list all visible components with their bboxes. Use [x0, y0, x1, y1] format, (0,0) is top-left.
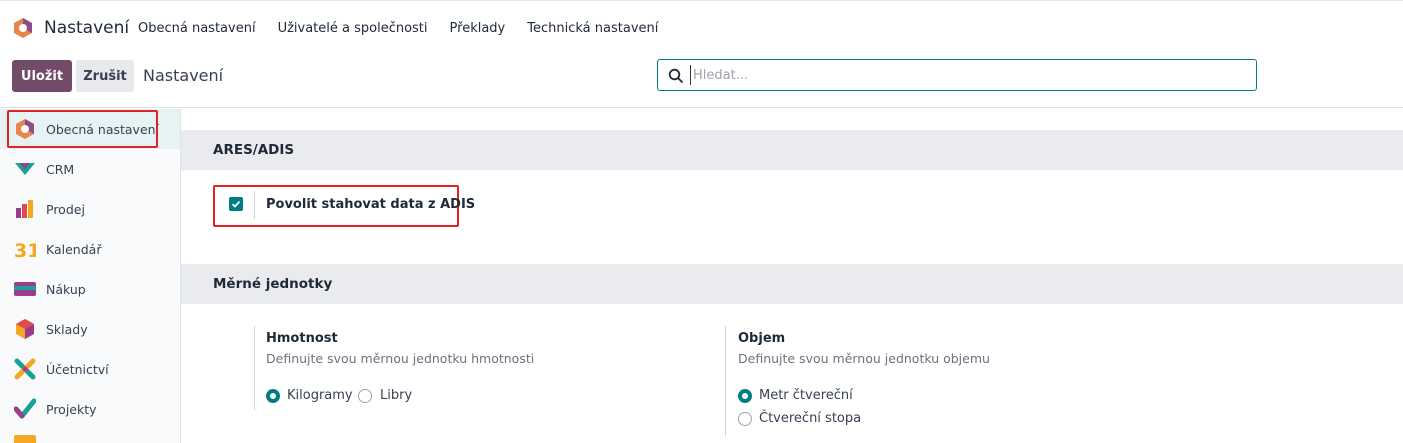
search-box[interactable]: [657, 59, 1257, 91]
radio-pounds-label[interactable]: Libry: [380, 388, 412, 403]
top-navbar: Nastavení Obecná nastavení Uživatelé a s…: [0, 0, 1403, 56]
checkmark-icon: [231, 200, 241, 208]
sidebar-item-label: CRM: [46, 162, 75, 177]
weight-title: Hmotnost: [266, 331, 338, 346]
radio-kilograms[interactable]: [266, 389, 280, 403]
section-title: Měrné jednotky: [213, 276, 333, 292]
menu-general-settings[interactable]: Obecná nastavení: [138, 21, 256, 36]
settings-app-icon[interactable]: [12, 17, 34, 39]
purchase-app-icon: [14, 282, 36, 296]
highlight-general-settings: [7, 110, 158, 148]
inventory-app-icon: [16, 319, 34, 339]
search-icon: [668, 68, 684, 84]
sidebar-item-crm[interactable]: CRM: [0, 149, 180, 189]
volume-title: Objem: [738, 331, 786, 346]
sidebar-next-app-icon: [14, 435, 36, 443]
sidebar-item-label: Nákup: [46, 282, 86, 297]
section-title: ARES/ADIS: [213, 142, 295, 158]
sidebar-item-label: Účetnictví: [46, 362, 109, 377]
sidebar-item-project[interactable]: Projekty: [0, 389, 180, 429]
sidebar-item-label: Kalendář: [46, 242, 102, 257]
accounting-app-icon: [14, 358, 36, 380]
sidebar-item-label: Prodej: [46, 202, 85, 217]
sidebar-item-label: Sklady: [46, 322, 88, 337]
radio-cubic-meter-label[interactable]: Metr čtvereční: [759, 388, 853, 403]
cancel-button[interactable]: Zrušit: [76, 60, 134, 92]
sales-app-icon: [16, 200, 33, 218]
sidebar-item-sales[interactable]: Prodej: [0, 189, 180, 229]
menu-technical-settings[interactable]: Technická nastavení: [527, 21, 658, 36]
settings-sidebar: Obecná nastavení CRM Prodej 31 Kalendář …: [0, 109, 181, 443]
section-ares-adis: ARES/ADIS: [181, 130, 1403, 170]
menu-translations[interactable]: Překlady: [450, 21, 506, 36]
search-input[interactable]: [690, 65, 1240, 85]
divider: [725, 326, 726, 436]
control-panel: Uložit Zrušit Nastavení: [0, 56, 1403, 108]
divider: [254, 326, 255, 410]
sidebar-item-inventory[interactable]: Sklady: [0, 309, 180, 349]
menu-users-companies[interactable]: Uživatelé a společnosti: [278, 21, 428, 36]
ares-checkbox[interactable]: [229, 197, 243, 211]
save-button[interactable]: Uložit: [12, 60, 72, 92]
section-units: Měrné jednotky: [181, 264, 1403, 304]
divider: [254, 191, 255, 219]
calendar-app-icon: 31: [14, 240, 36, 260]
sidebar-item-calendar[interactable]: 31 Kalendář: [0, 229, 180, 269]
volume-description: Definujte svou měrnou jednotku objemu: [738, 351, 990, 366]
project-app-icon: [14, 398, 36, 419]
sidebar-item-label: Projekty: [46, 402, 97, 417]
radio-cubic-meter[interactable]: [738, 389, 752, 403]
crm-app-icon: [15, 163, 35, 175]
sidebar-item-purchase[interactable]: Nákup: [0, 269, 180, 309]
radio-cubic-foot-label[interactable]: Čtvereční stopa: [759, 411, 861, 426]
app-brand-title[interactable]: Nastavení: [44, 18, 129, 38]
radio-kilograms-label[interactable]: Kilogramy: [287, 388, 353, 403]
page-title: Nastavení: [143, 66, 224, 85]
top-menu: Obecná nastavení Uživatelé a společnosti…: [138, 21, 658, 36]
weight-description: Definujte svou měrnou jednotku hmotnosti: [266, 351, 535, 366]
calendar-digits: 31: [14, 240, 36, 260]
sidebar-item-accounting[interactable]: Účetnictví: [0, 349, 180, 389]
radio-pounds[interactable]: [358, 389, 372, 403]
radio-cubic-foot[interactable]: [738, 412, 752, 426]
ares-checkbox-label[interactable]: Povolit stahovat data z ADIS: [266, 197, 475, 212]
